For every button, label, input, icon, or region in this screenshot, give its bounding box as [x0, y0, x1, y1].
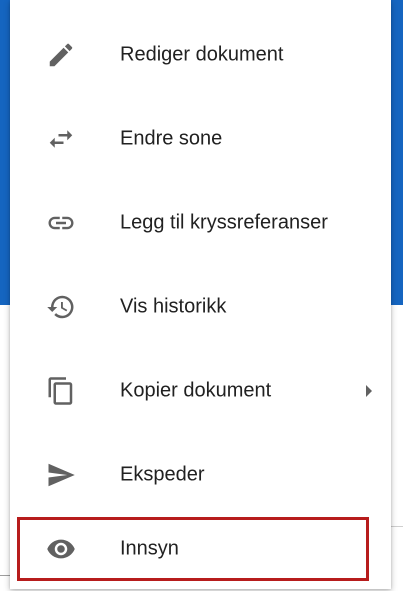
send-icon — [46, 460, 76, 490]
menu-item-kopier-dokument[interactable]: Kopier dokument — [10, 349, 391, 433]
menu-item-label: Vis historikk — [120, 295, 227, 318]
menu-item-endre-sone[interactable]: Endre sone — [10, 97, 391, 181]
context-menu: Rediger dokument Endre sone Legg til kry… — [10, 0, 391, 589]
menu-item-rediger-dokument[interactable]: Rediger dokument — [10, 13, 391, 97]
menu-item-label: Innsyn — [120, 537, 179, 560]
copy-icon — [46, 376, 76, 406]
menu-item-ekspeder[interactable]: Ekspeder — [10, 433, 391, 517]
menu-item-innsyn[interactable]: Innsyn — [10, 507, 391, 591]
pencil-icon — [46, 40, 76, 70]
menu-item-label: Kopier dokument — [120, 379, 272, 402]
eye-icon — [46, 534, 76, 564]
menu-item-vis-historikk[interactable]: Vis historikk — [10, 265, 391, 349]
menu-item-label: Legg til kryssreferanser — [120, 211, 328, 234]
swap-arrows-icon — [46, 124, 76, 154]
background-divider-right — [389, 526, 403, 527]
background-blue-panel-right — [391, 0, 403, 305]
menu-item-legg-til-kryssreferanser[interactable]: Legg til kryssreferanser — [10, 181, 391, 265]
link-icon — [46, 208, 76, 238]
menu-item-label: Endre sone — [120, 127, 223, 150]
background-blue-panel-left — [0, 0, 10, 305]
history-icon — [46, 292, 76, 322]
menu-item-label: Ekspeder — [120, 463, 205, 486]
chevron-right-icon — [366, 385, 372, 397]
menu-item-label: Rediger dokument — [120, 43, 284, 66]
